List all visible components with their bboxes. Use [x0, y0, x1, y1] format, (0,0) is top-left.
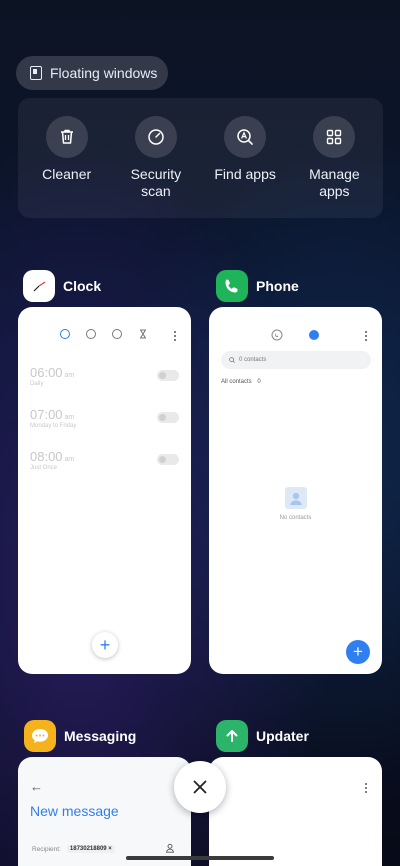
alarm-ampm: am: [64, 456, 75, 463]
alarm-toggle[interactable]: [157, 412, 179, 423]
world-clock-tab-icon[interactable]: [86, 329, 96, 339]
alarm-time: 07:00: [30, 407, 63, 422]
floating-windows-label: Floating windows: [50, 65, 158, 81]
recipient-chip[interactable]: 18730218809 ×: [66, 845, 115, 853]
more-options-icon[interactable]: [365, 331, 368, 343]
recipient-field[interactable]: Recipient: 18730218809 ×: [32, 845, 115, 853]
contact-search-placeholder: 0 contacts: [239, 357, 267, 363]
updater-app-icon: [216, 720, 248, 752]
empty-contacts-text: No contacts: [279, 515, 312, 521]
contacts-tab-icon[interactable]: [309, 330, 319, 340]
phone-recent-card[interactable]: 0 contacts All contacts 0 No contacts +: [209, 307, 382, 674]
all-contacts-count: 0: [257, 379, 261, 385]
all-contacts-label: All contacts: [221, 379, 252, 385]
timer-tab-icon[interactable]: [138, 329, 148, 339]
new-message-title: New message: [30, 803, 119, 819]
contact-placeholder-icon: [284, 487, 307, 509]
security-scan-label: Security scan: [130, 166, 182, 199]
messaging-app-name: Messaging: [64, 728, 137, 744]
plus-icon: +: [353, 642, 363, 661]
alarm-tab-icon[interactable]: [60, 329, 70, 339]
security-scan-tool[interactable]: Security scan: [116, 116, 196, 218]
close-icon: [193, 780, 207, 794]
alarm-time: 08:00: [30, 449, 63, 464]
find-apps-icon: [224, 116, 267, 158]
phone-app-header[interactable]: Phone: [216, 270, 299, 302]
messaging-app-header[interactable]: Messaging: [24, 720, 136, 752]
alarm-toggle[interactable]: [157, 370, 179, 381]
find-apps-label: Find apps: [214, 166, 276, 182]
clock-tabs: [60, 329, 148, 339]
contact-search-input[interactable]: 0 contacts: [221, 351, 371, 369]
empty-contacts-state: No contacts: [209, 487, 382, 521]
quick-tools-panel: Cleaner Security scan Find apps Manage a…: [18, 98, 383, 218]
more-options-icon[interactable]: [174, 331, 177, 343]
grid-icon: [313, 116, 356, 158]
recipient-number: 18730218809: [69, 846, 107, 852]
find-apps-tool[interactable]: Find apps: [205, 116, 285, 218]
alarm-repeat: Just Once: [30, 465, 58, 471]
recipient-label: Recipient:: [32, 845, 61, 853]
call-log-tab-icon[interactable]: [271, 329, 283, 341]
alarm-time: 06:00: [30, 365, 63, 380]
clear-all-button[interactable]: [174, 761, 226, 813]
messaging-recent-card[interactable]: ← New message Recipient: 18730218809 ×: [18, 757, 191, 866]
phone-app-name: Phone: [256, 278, 299, 294]
add-alarm-button[interactable]: +: [92, 632, 118, 658]
clock-app-name: Clock: [63, 278, 102, 294]
floating-windows-button[interactable]: Floating windows: [16, 56, 168, 90]
phone-app-icon: [216, 270, 248, 302]
all-contacts-filter[interactable]: All contacts 0: [221, 379, 261, 385]
trash-icon: [45, 116, 88, 158]
alarm-toggle[interactable]: [157, 454, 179, 465]
search-icon: [229, 357, 235, 363]
clock-app-icon: [23, 270, 55, 302]
manage-apps-tool[interactable]: Manage apps: [294, 116, 374, 218]
alarm-ampm: am: [64, 372, 75, 379]
contact-picker-icon[interactable]: [165, 843, 175, 853]
updater-app-name: Updater: [256, 728, 309, 744]
updater-recent-card[interactable]: [209, 757, 382, 866]
stopwatch-tab-icon[interactable]: [112, 329, 122, 339]
manage-apps-label: Manage apps: [309, 166, 360, 199]
plus-icon: +: [99, 634, 111, 655]
add-contact-button[interactable]: +: [346, 640, 370, 664]
cleaner-tool[interactable]: Cleaner: [27, 116, 107, 218]
back-arrow-icon[interactable]: ←: [30, 779, 43, 794]
alarm-repeat: Monday to Friday: [30, 423, 77, 429]
floating-window-icon: [30, 66, 42, 80]
updater-app-header[interactable]: Updater: [216, 720, 309, 752]
alarm-repeat: Daily: [30, 381, 44, 387]
more-options-icon[interactable]: [365, 783, 368, 795]
security-scan-icon: [134, 116, 177, 158]
clock-recent-card[interactable]: 06:00 am Daily 07:00 am Monday to Friday…: [18, 307, 191, 674]
home-indicator[interactable]: [126, 856, 274, 860]
cleaner-label: Cleaner: [42, 166, 92, 182]
messaging-app-icon: [24, 720, 56, 752]
alarm-ampm: am: [64, 414, 75, 421]
clock-app-header[interactable]: Clock: [23, 270, 101, 302]
